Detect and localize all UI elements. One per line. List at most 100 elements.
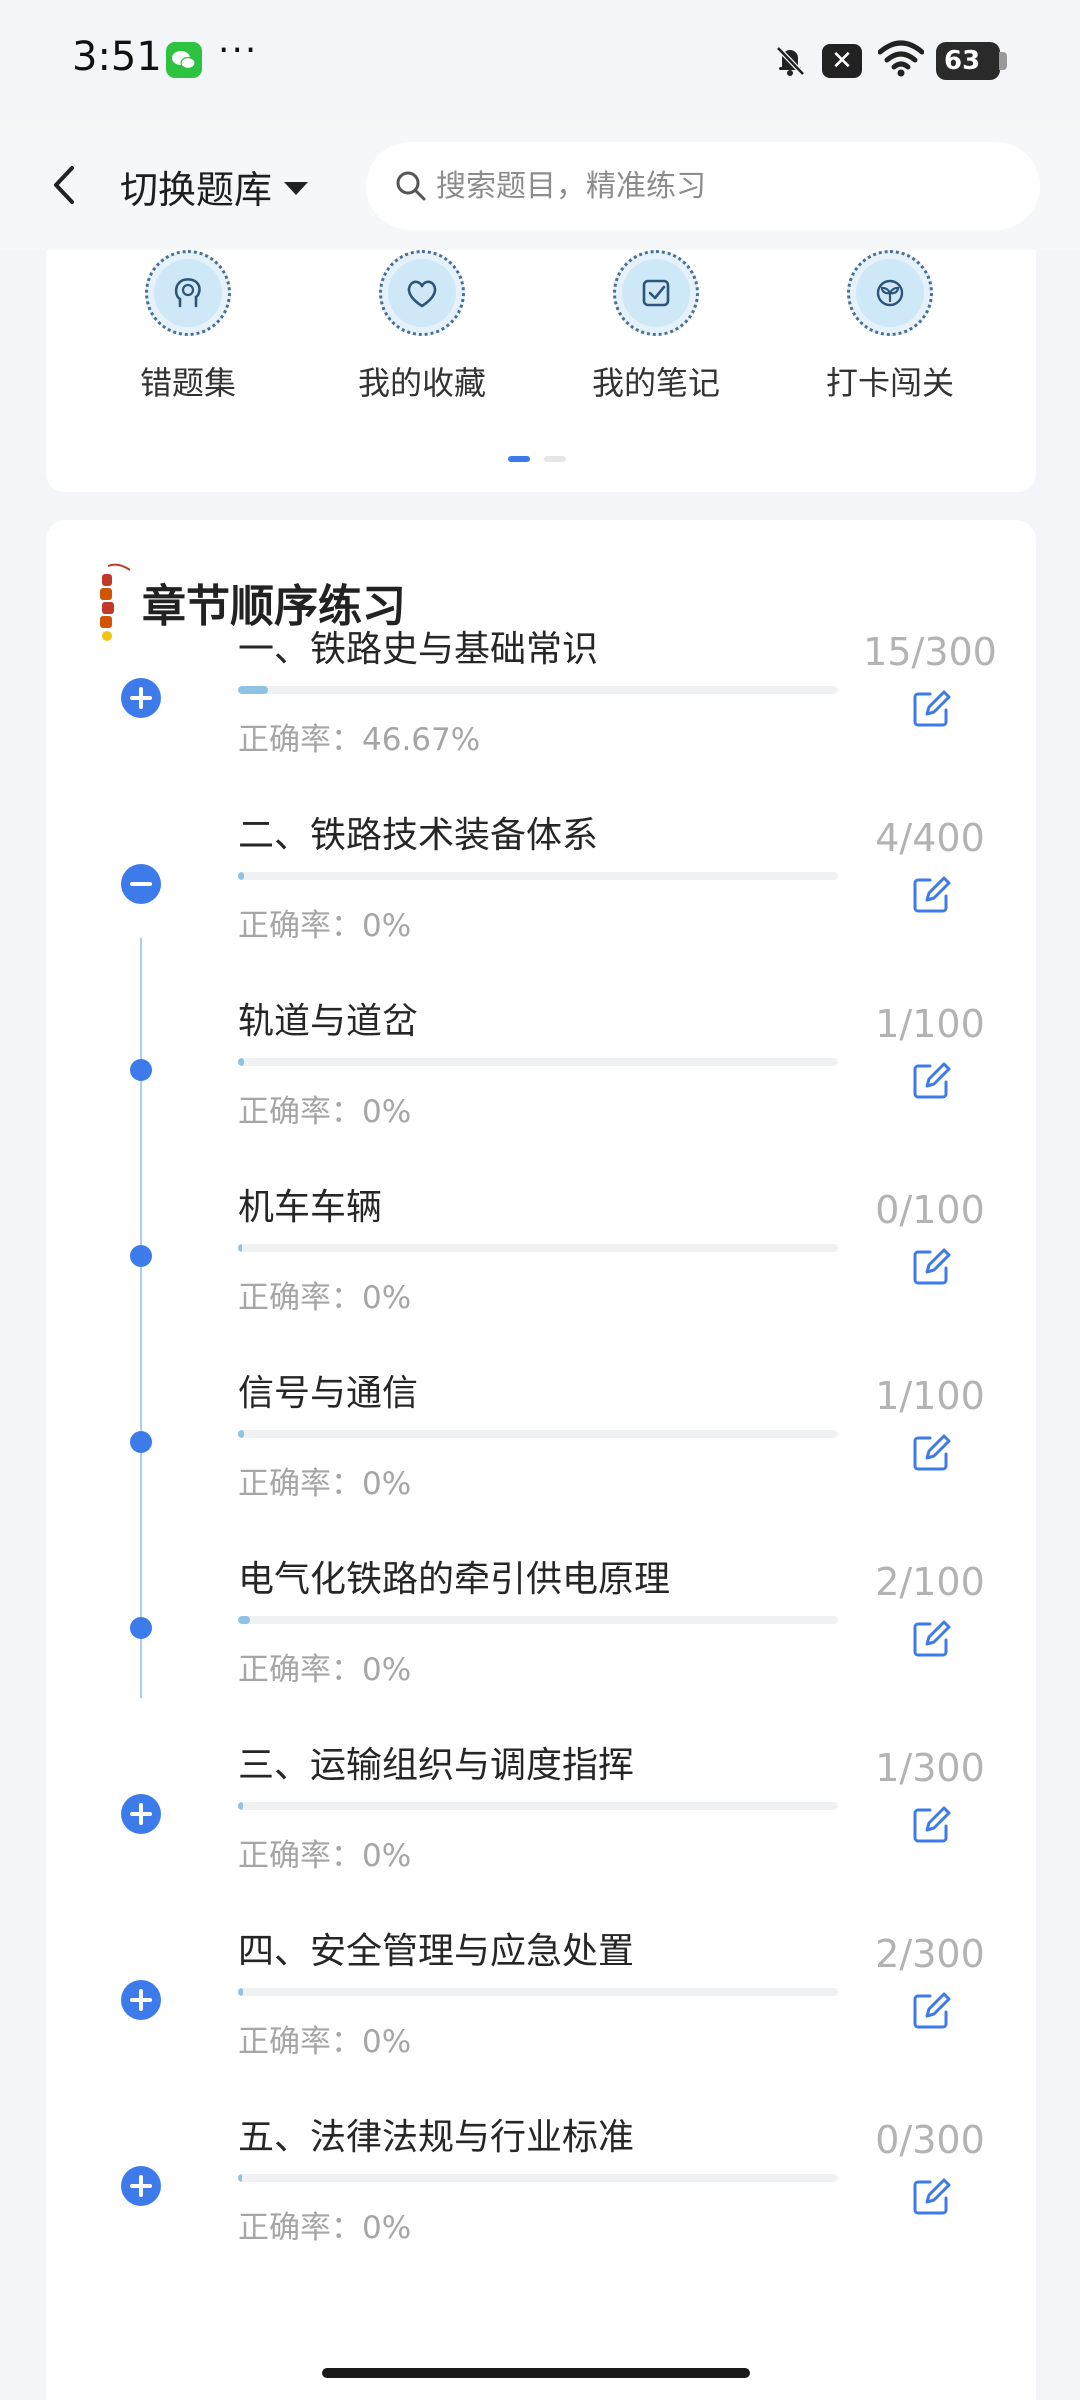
accuracy-text: 正确率：0% bbox=[238, 1652, 412, 1688]
home-indicator bbox=[322, 2368, 750, 2378]
chapter-title: 机车车辆 bbox=[238, 1187, 383, 1228]
edit-icon[interactable] bbox=[908, 1244, 954, 1290]
shortcut-label: 错题集 bbox=[139, 364, 236, 402]
chapter-row[interactable]: 轨道与道岔正确率：0% 1/100 bbox=[46, 992, 1036, 1182]
status-bar: 3:51 ··· ✕ 63 bbox=[0, 0, 1080, 120]
chapter-title: 轨道与道岔 bbox=[238, 1001, 419, 1042]
chapter-row[interactable]: 三、运输组织与调度指挥正确率：0% 1/300 bbox=[46, 1736, 1036, 1926]
progress-fill bbox=[238, 872, 244, 880]
timeline-dot bbox=[130, 1245, 152, 1267]
edit-icon[interactable] bbox=[908, 1616, 954, 1662]
accuracy-text: 正确率：0% bbox=[238, 1280, 412, 1316]
progress-fill bbox=[238, 686, 268, 694]
chapter-row[interactable]: 信号与通信正确率：0% 1/100 bbox=[46, 1364, 1036, 1554]
chapter-title: 五、法律法规与行业标准 bbox=[238, 2117, 635, 2158]
chapter-row[interactable]: 电气化铁路的牵引供电原理正确率：0% 2/100 bbox=[46, 1550, 1036, 1740]
head-icon bbox=[145, 250, 231, 336]
collapse-icon[interactable] bbox=[121, 864, 161, 904]
expand-icon[interactable] bbox=[121, 2166, 161, 2206]
close-box-icon: ✕ bbox=[822, 44, 862, 78]
accuracy-text: 正确率：0% bbox=[238, 1094, 412, 1130]
battery-indicator: 63 bbox=[936, 42, 1007, 80]
wechat-icon bbox=[166, 42, 202, 78]
page-dot-active bbox=[508, 456, 530, 462]
timeline-dot bbox=[130, 1617, 152, 1639]
shortcut-checkin[interactable]: 打卡闯关 bbox=[790, 250, 990, 404]
question-count: 1/100 bbox=[875, 1374, 985, 1418]
chapter-title: 二、铁路技术装备体系 bbox=[238, 815, 599, 856]
question-count: 4/400 bbox=[875, 816, 985, 860]
shortcut-favorites[interactable]: 我的收藏 bbox=[322, 250, 522, 404]
progress-bar bbox=[238, 1244, 838, 1252]
accuracy-text: 正确率：0% bbox=[238, 908, 412, 944]
search-box[interactable] bbox=[366, 142, 1040, 230]
chapter-practice-card: 章节顺序练习 一、铁路史与基础常识 正确率：46.67% 15/300 二、铁路技术装… bbox=[46, 520, 1036, 2400]
wifi-icon bbox=[877, 40, 925, 78]
progress-fill bbox=[238, 1058, 244, 1066]
shortcut-notes[interactable]: 我的笔记 bbox=[556, 250, 756, 404]
app-header: 切换题库 bbox=[0, 120, 1080, 250]
accuracy-text: 正确率：0% bbox=[238, 2210, 412, 2246]
chapter-title: 信号与通信 bbox=[238, 1373, 419, 1414]
bell-off-icon bbox=[770, 40, 810, 80]
chapter-row[interactable]: 五、法律法规与行业标准 正确率：0% 0/300 bbox=[46, 2108, 1036, 2298]
edit-icon[interactable] bbox=[908, 1430, 954, 1476]
progress-bar bbox=[238, 686, 838, 694]
plant-icon bbox=[847, 250, 933, 336]
accuracy-text: 正确率：0% bbox=[238, 1838, 412, 1874]
question-count: 2/300 bbox=[875, 1932, 985, 1976]
heart-icon bbox=[379, 250, 465, 336]
expand-icon[interactable] bbox=[121, 1794, 161, 1834]
expand-icon[interactable] bbox=[121, 678, 161, 718]
chapter-title: 一、铁路史与基础常识 bbox=[238, 629, 599, 670]
expand-icon[interactable] bbox=[121, 1980, 161, 2020]
search-icon bbox=[396, 171, 426, 201]
edit-icon[interactable] bbox=[908, 1058, 954, 1104]
chapter-title: 三、运输组织与调度指挥 bbox=[238, 1745, 635, 1786]
accuracy-text: 正确率：0% bbox=[238, 1466, 412, 1502]
progress-bar bbox=[238, 872, 838, 880]
progress-bar bbox=[238, 1430, 838, 1438]
battery-cap bbox=[999, 52, 1007, 70]
edit-icon[interactable] bbox=[908, 2174, 954, 2220]
accuracy-text: 正确率：0% bbox=[238, 2024, 412, 2060]
chapter-row[interactable]: 四、安全管理与应急处置正确率：0% 2/300 bbox=[46, 1922, 1036, 2112]
chapter-title: 电气化铁路的牵引供电原理 bbox=[238, 1559, 671, 1600]
search-input[interactable] bbox=[436, 168, 996, 204]
question-count: 1/300 bbox=[875, 1746, 985, 1790]
progress-bar bbox=[238, 1988, 838, 1996]
edit-icon[interactable] bbox=[908, 1802, 954, 1848]
timeline-dot bbox=[130, 1431, 152, 1453]
page-dot bbox=[544, 456, 566, 462]
edit-icon[interactable] bbox=[908, 1988, 954, 2034]
back-button[interactable] bbox=[40, 158, 90, 212]
chapter-row[interactable]: 一、铁路史与基础常识 正确率：46.67% 15/300 bbox=[46, 620, 1036, 810]
note-check-icon bbox=[613, 250, 699, 336]
progress-fill bbox=[238, 1988, 243, 1996]
progress-fill bbox=[238, 1244, 242, 1252]
more-notifications-icon: ··· bbox=[218, 30, 259, 71]
question-count: 15/300 bbox=[863, 630, 997, 674]
status-time: 3:51 bbox=[72, 34, 162, 80]
question-count: 1/100 bbox=[875, 1002, 985, 1046]
chapter-title: 四、安全管理与应急处置 bbox=[238, 1931, 635, 1972]
chapter-row[interactable]: 二、铁路技术装备体系正确率：0% 4/400 bbox=[46, 806, 1036, 996]
timeline-dot bbox=[130, 1059, 152, 1081]
shortcut-card: 错题集 我的收藏 我的笔记 打卡闯关 bbox=[46, 250, 1036, 492]
chapter-row[interactable]: 机车车辆正确率：0% 0/100 bbox=[46, 1178, 1036, 1368]
caret-down-icon bbox=[284, 181, 309, 195]
edit-icon[interactable] bbox=[908, 686, 954, 732]
switch-bank-dropdown[interactable]: 切换题库 bbox=[120, 160, 309, 212]
shortcut-label: 打卡闯关 bbox=[825, 364, 954, 402]
battery-level: 63 bbox=[944, 46, 981, 76]
progress-fill bbox=[238, 1802, 243, 1810]
shortcut-label: 我的笔记 bbox=[591, 364, 720, 402]
progress-bar bbox=[238, 1616, 838, 1624]
switch-bank-label: 切换题库 bbox=[120, 167, 273, 212]
question-count: 2/100 bbox=[875, 1560, 985, 1604]
progress-fill bbox=[238, 1616, 250, 1624]
progress-fill bbox=[238, 2174, 242, 2182]
shortcut-wrong-questions[interactable]: 错题集 bbox=[88, 250, 288, 404]
edit-icon[interactable] bbox=[908, 872, 954, 918]
question-count: 0/100 bbox=[875, 1188, 985, 1232]
